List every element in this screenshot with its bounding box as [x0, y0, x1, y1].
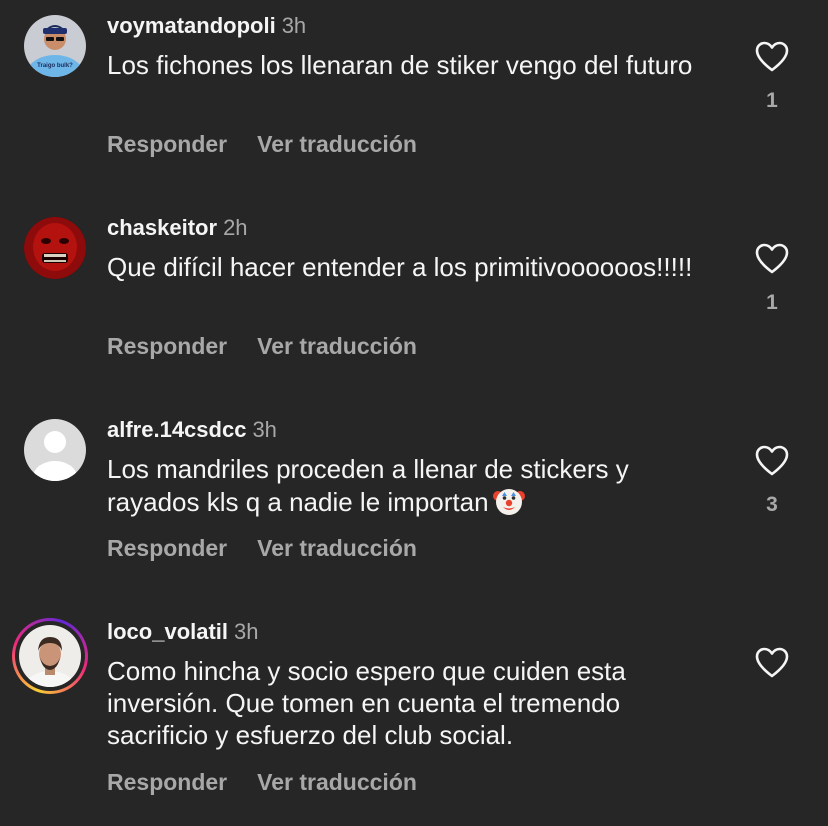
- like-control: [752, 647, 792, 695]
- like-count: 3: [766, 493, 778, 516]
- comment-actions: Responder Ver traducción: [107, 534, 417, 562]
- see-translation-button[interactable]: Ver traducción: [257, 131, 417, 157]
- comment-item: loco_volatil 3h Como hincha y socio esper…: [0, 606, 828, 826]
- comment-text-content: Los mandriles proceden a llenar de stick…: [107, 454, 629, 517]
- heart-outline-icon[interactable]: [755, 647, 789, 679]
- comment-text: Como hincha y socio espero que cuiden es…: [107, 656, 626, 750]
- comment-actions: Responder Ver traducción: [107, 768, 417, 796]
- comment-text: Que difícil hacer entender a los primiti…: [107, 252, 693, 282]
- see-translation-button[interactable]: Ver traducción: [257, 769, 417, 795]
- timestamp: 3h: [281, 13, 307, 38]
- avatar: [19, 625, 81, 687]
- like-control: 1: [752, 243, 792, 315]
- avatar[interactable]: Traigo bulk?: [24, 15, 86, 77]
- comment-actions: Responder Ver traducción: [107, 130, 417, 158]
- username[interactable]: loco_volatil: [107, 619, 228, 644]
- reply-button[interactable]: Responder: [107, 769, 227, 795]
- comment-item: Traigo bulk? voymatandopoli 3h Los fichon…: [0, 0, 828, 200]
- comment-actions: Responder Ver traducción: [107, 332, 417, 360]
- comment-item: chaskeitor 2h Que difícil hacer entender …: [0, 202, 828, 402]
- comment-header: loco_volatil 3h: [107, 618, 259, 646]
- heart-outline-icon[interactable]: [755, 41, 789, 73]
- clown-face-emoji-icon: [492, 489, 525, 515]
- avatar-image: Traigo bulk?: [24, 15, 86, 77]
- like-control: 1: [752, 41, 792, 113]
- story-ring[interactable]: [12, 618, 88, 694]
- comment-header: alfre.14csdcc 3h: [107, 416, 277, 444]
- username[interactable]: voymatandopoli: [107, 13, 276, 38]
- comment-header: chaskeitor 2h: [107, 214, 248, 242]
- avatar-image: [19, 625, 81, 687]
- see-translation-button[interactable]: Ver traducción: [257, 333, 417, 359]
- like-count: 1: [766, 89, 778, 112]
- like-count: 1: [766, 291, 778, 314]
- avatar-shirt-text: Traigo bulk?: [37, 63, 73, 69]
- default-avatar-icon: [24, 419, 86, 481]
- comment-text: Los fichones los llenaran de stiker veng…: [107, 50, 693, 80]
- username[interactable]: chaskeitor: [107, 215, 217, 240]
- see-translation-button[interactable]: Ver traducción: [257, 535, 417, 561]
- avatar-image: [24, 217, 86, 279]
- reply-button[interactable]: Responder: [107, 535, 227, 561]
- reply-button[interactable]: Responder: [107, 333, 227, 359]
- reply-button[interactable]: Responder: [107, 131, 227, 157]
- comment-text: Los mandriles proceden a llenar de stick…: [107, 453, 717, 518]
- timestamp: 3h: [234, 619, 259, 644]
- like-control: 3: [752, 445, 792, 517]
- comment-item: alfre.14csdcc 3h Los mandriles proceden a…: [0, 404, 828, 604]
- timestamp: 3h: [252, 417, 277, 442]
- avatar[interactable]: [24, 419, 86, 481]
- heart-outline-icon[interactable]: [755, 445, 789, 477]
- comment-header: voymatandopoli 3h: [107, 12, 306, 40]
- heart-outline-icon[interactable]: [755, 243, 789, 275]
- username[interactable]: alfre.14csdcc: [107, 417, 246, 442]
- timestamp: 2h: [223, 215, 248, 240]
- avatar[interactable]: [24, 217, 86, 279]
